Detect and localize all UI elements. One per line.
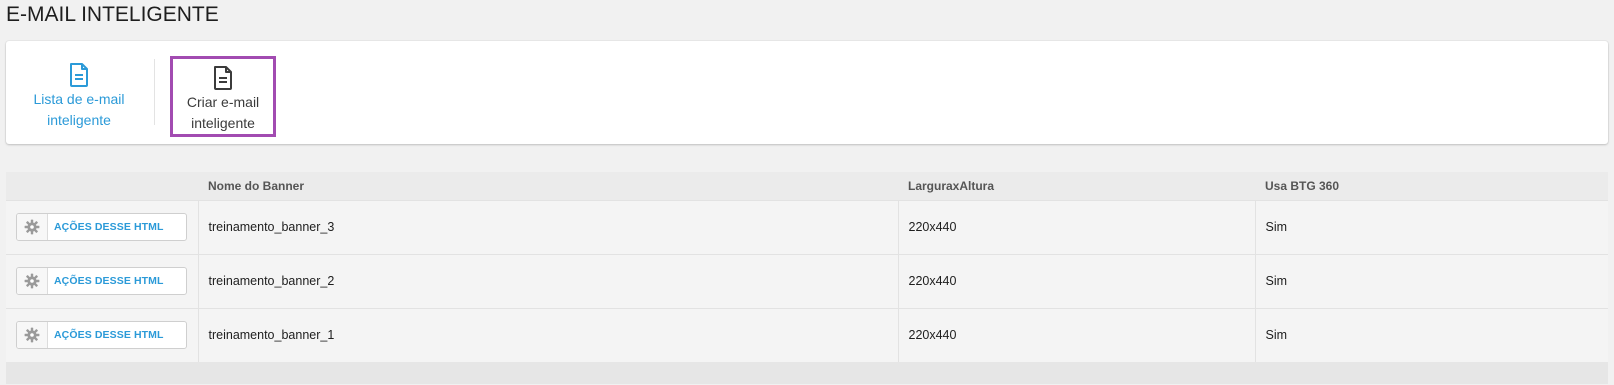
page-title: E-MAIL INTELIGENTE <box>6 3 219 26</box>
btg360-cell: Sim <box>1255 307 1608 362</box>
btg360-cell: Sim <box>1255 199 1608 254</box>
banner-name-cell: treinamento_banner_1 <box>198 307 899 362</box>
banner-name-cell: treinamento_banner_2 <box>198 253 899 308</box>
html-actions-label: AÇÕES DESSE HTML <box>54 275 164 287</box>
toolbar: Lista de e-mail inteligente Criar e-mail… <box>6 41 1608 144</box>
html-actions-button[interactable]: AÇÕES DESSE HTML <box>16 213 187 241</box>
dimensions-cell: 220x440 <box>898 199 1256 254</box>
table-footer <box>6 362 1608 384</box>
table-header-row: Nome do Banner LarguraxAltura Usa BTG 36… <box>6 172 1608 200</box>
table-row: AÇÕES DESSE HTML treinamento_banner_2 22… <box>6 253 1608 308</box>
html-actions-label: AÇÕES DESSE HTML <box>54 221 164 233</box>
dimensions-cell: 220x440 <box>898 253 1256 308</box>
list-smart-email-label: Lista de e-mail inteligente <box>33 91 125 128</box>
table-row: AÇÕES DESSE HTML treinamento_banner_3 22… <box>6 199 1608 254</box>
create-smart-email-button[interactable]: Criar e-mail inteligente <box>170 56 276 137</box>
btg360-cell: Sim <box>1255 253 1608 308</box>
banner-name-cell: treinamento_banner_3 <box>198 199 899 254</box>
toolbar-divider <box>154 59 155 125</box>
document-icon <box>214 66 232 90</box>
header-banner-name[interactable]: Nome do Banner <box>198 172 898 200</box>
html-actions-button[interactable]: AÇÕES DESSE HTML <box>16 267 187 295</box>
table-row: AÇÕES DESSE HTML treinamento_banner_1 22… <box>6 307 1608 362</box>
create-smart-email-label: Criar e-mail inteligente <box>186 94 260 131</box>
list-smart-email-button[interactable]: Lista de e-mail inteligente <box>24 63 134 131</box>
document-icon <box>70 63 88 87</box>
header-uses-btg360[interactable]: Usa BTG 360 <box>1255 172 1608 200</box>
html-actions-button[interactable]: AÇÕES DESSE HTML <box>16 321 187 350</box>
header-dimensions[interactable]: LarguraxAltura <box>898 172 1255 200</box>
dimensions-cell: 220x440 <box>898 307 1256 362</box>
banner-table: Nome do Banner LarguraxAltura Usa BTG 36… <box>6 172 1608 384</box>
html-actions-label: AÇÕES DESSE HTML <box>54 329 164 342</box>
gear-icon <box>17 322 48 349</box>
gear-icon <box>17 268 48 294</box>
header-actions <box>6 172 198 200</box>
gear-icon <box>17 214 48 240</box>
